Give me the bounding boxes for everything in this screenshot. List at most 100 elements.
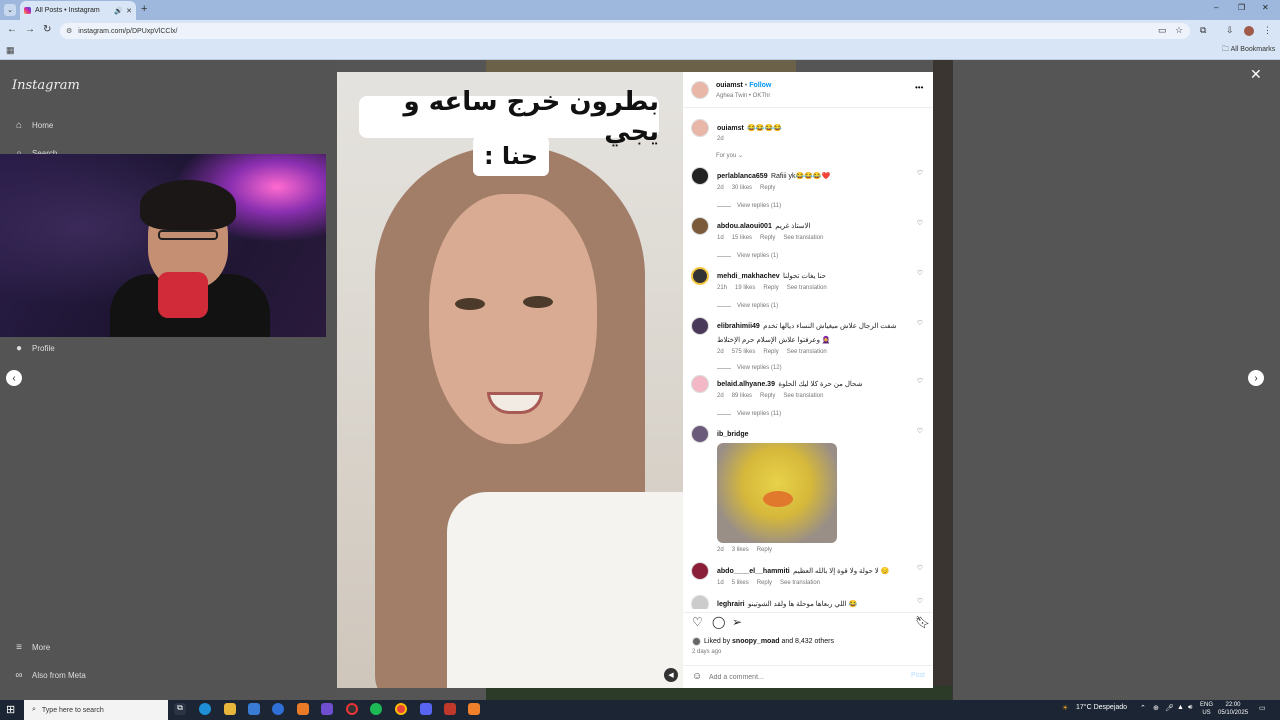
commenter-avatar[interactable] [691, 167, 709, 185]
comment-likes[interactable]: 3 likes [732, 547, 749, 553]
comment-likes[interactable]: 89 likes [732, 393, 752, 399]
see-translation-button[interactable]: See translation [787, 285, 827, 291]
comment-likes[interactable]: 575 likes [732, 349, 756, 355]
add-comment-input[interactable] [709, 671, 899, 684]
commenter-avatar[interactable] [691, 425, 709, 443]
app-icon[interactable] [444, 703, 456, 715]
comment-username[interactable]: belaid.alhyane.39 [717, 381, 775, 388]
comment-likes[interactable]: 30 likes [732, 185, 752, 191]
instagram-logo[interactable]: Instagram [12, 78, 80, 93]
store-icon[interactable] [248, 703, 260, 715]
like-heart-icon[interactable]: ♡ [917, 319, 923, 327]
app-icon[interactable] [297, 703, 309, 715]
commenter-avatar[interactable] [691, 217, 709, 235]
see-translation-button[interactable]: See translation [783, 235, 823, 241]
maximize-button[interactable]: ❐ [1238, 3, 1245, 12]
microphone-icon[interactable]: 🎤︎ [1165, 704, 1174, 712]
save-bookmark-icon[interactable]: 🔖︎ [915, 615, 930, 629]
comment-username[interactable]: abdou.alaoui001 [717, 223, 772, 230]
apps-grid-icon[interactable]: ▦ [6, 45, 15, 56]
more-options-icon[interactable]: ••• [915, 83, 923, 92]
view-replies-button[interactable]: View replies (11) [717, 411, 907, 417]
cast-icon[interactable]: ▭ [1158, 25, 1167, 36]
reply-button[interactable]: Reply [760, 185, 775, 191]
sidebar-item-profile[interactable]: ● Profile [12, 343, 55, 354]
next-post-chevron-icon[interactable]: › [1248, 370, 1264, 386]
reply-button[interactable]: Reply [760, 393, 775, 399]
like-heart-icon[interactable]: ♡ [917, 427, 923, 435]
language-indicator[interactable]: ENG US [1200, 701, 1213, 717]
reply-button[interactable]: Reply [757, 580, 772, 586]
tab-close-icon[interactable]: ✕ [126, 7, 132, 15]
gif-sticker[interactable] [717, 443, 837, 543]
commenter-avatar[interactable] [691, 375, 709, 393]
post-video[interactable]: بطرون خرج ساعه و يجي حنا : ◀ [337, 72, 683, 688]
like-heart-icon[interactable]: ♡ [917, 377, 923, 385]
comment-username[interactable]: ouiamst [717, 125, 744, 132]
comment-username[interactable]: abdo____el__hammiti [717, 568, 790, 575]
back-arrow-icon[interactable]: ← [7, 24, 17, 35]
comment-likes[interactable]: 19 likes [735, 285, 755, 291]
comment-username[interactable]: leghrairi [717, 601, 745, 608]
post-comment-button[interactable]: Post [911, 672, 925, 679]
minimize-button[interactable]: – [1214, 3, 1218, 12]
commenter-avatar[interactable] [691, 317, 709, 335]
speaker-icon[interactable]: 🔊 [114, 7, 123, 15]
commenter-avatar[interactable] [691, 595, 709, 609]
author-username[interactable]: ouiamst [716, 82, 743, 89]
discord-icon[interactable] [420, 703, 432, 715]
forward-arrow-icon[interactable]: → [25, 24, 35, 35]
app-icon[interactable] [468, 703, 480, 715]
reply-button[interactable]: Reply [757, 547, 772, 553]
author-avatar[interactable] [691, 119, 709, 137]
close-modal-icon[interactable]: ✕ [1250, 66, 1262, 83]
like-heart-icon[interactable]: ♡ [917, 597, 923, 605]
mute-icon[interactable]: ◀ [664, 668, 678, 682]
sidebar-item-also-from-meta[interactable]: ∞ Also from Meta [12, 670, 85, 681]
liker-avatar[interactable] [692, 637, 701, 646]
all-bookmarks-button[interactable]: 🗀 All Bookmarks [1222, 45, 1275, 56]
commenter-avatar[interactable] [691, 562, 709, 580]
app-icon[interactable] [321, 703, 333, 715]
obs-icon[interactable] [346, 703, 358, 715]
like-heart-icon[interactable]: ♡ [917, 269, 923, 277]
reload-icon[interactable]: ↻ [43, 24, 51, 35]
edge-icon[interactable] [199, 703, 211, 715]
chrome-icon[interactable] [395, 703, 407, 715]
previous-post-chevron-icon[interactable]: ‹ [6, 370, 22, 386]
see-translation-button[interactable]: See translation [783, 393, 823, 399]
for-you-filter[interactable]: For you ⌄ [716, 152, 743, 159]
reply-button[interactable]: Reply [763, 285, 778, 291]
see-translation-button[interactable]: See translation [780, 580, 820, 586]
comment-username[interactable]: ib_bridge [717, 431, 749, 438]
weather-icon[interactable]: ☀ [1062, 704, 1068, 712]
volume-icon[interactable]: 🔊︎ [1188, 704, 1192, 712]
file-explorer-icon[interactable] [224, 703, 236, 715]
like-heart-icon[interactable]: ♡ [692, 615, 703, 629]
tray-chevron-icon[interactable]: ⌃ [1140, 704, 1146, 712]
wifi-icon[interactable]: ▲ [1177, 704, 1184, 711]
audio-label[interactable]: Aghea Twin • OKThr [716, 93, 770, 99]
outlook-icon[interactable] [272, 703, 284, 715]
notifications-icon[interactable]: ▭ [1259, 704, 1266, 712]
author-avatar[interactable] [691, 81, 709, 99]
emoji-icon[interactable]: ☺ [692, 671, 702, 682]
address-bar[interactable]: ⚙ instagram.com/p/DPUxpVlCClx/ [60, 23, 1190, 39]
reply-button[interactable]: Reply [763, 349, 778, 355]
profile-avatar[interactable] [1244, 26, 1254, 36]
see-translation-button[interactable]: See translation [787, 349, 827, 355]
like-heart-icon[interactable]: ♡ [917, 169, 923, 177]
sidebar-item-home[interactable]: ⌂ Home [12, 120, 53, 131]
follow-button[interactable]: Follow [749, 82, 771, 89]
site-info-icon[interactable]: ⚙ [66, 27, 72, 35]
comment-likes[interactable]: 15 likes [732, 235, 752, 241]
like-heart-icon[interactable]: ♡ [917, 219, 923, 227]
weather-text[interactable]: 17°C Despejado [1076, 704, 1127, 711]
commenter-avatar[interactable] [691, 267, 709, 285]
spotify-icon[interactable] [370, 703, 382, 715]
comment-username[interactable]: perlablanca659 [717, 173, 768, 180]
menu-kebab-icon[interactable]: ⋮ [1263, 25, 1272, 36]
taskbar-search-box[interactable]: ⌕ Type here to search [24, 700, 168, 720]
new-tab-button[interactable]: + [141, 3, 147, 15]
reply-button[interactable]: Reply [760, 235, 775, 241]
